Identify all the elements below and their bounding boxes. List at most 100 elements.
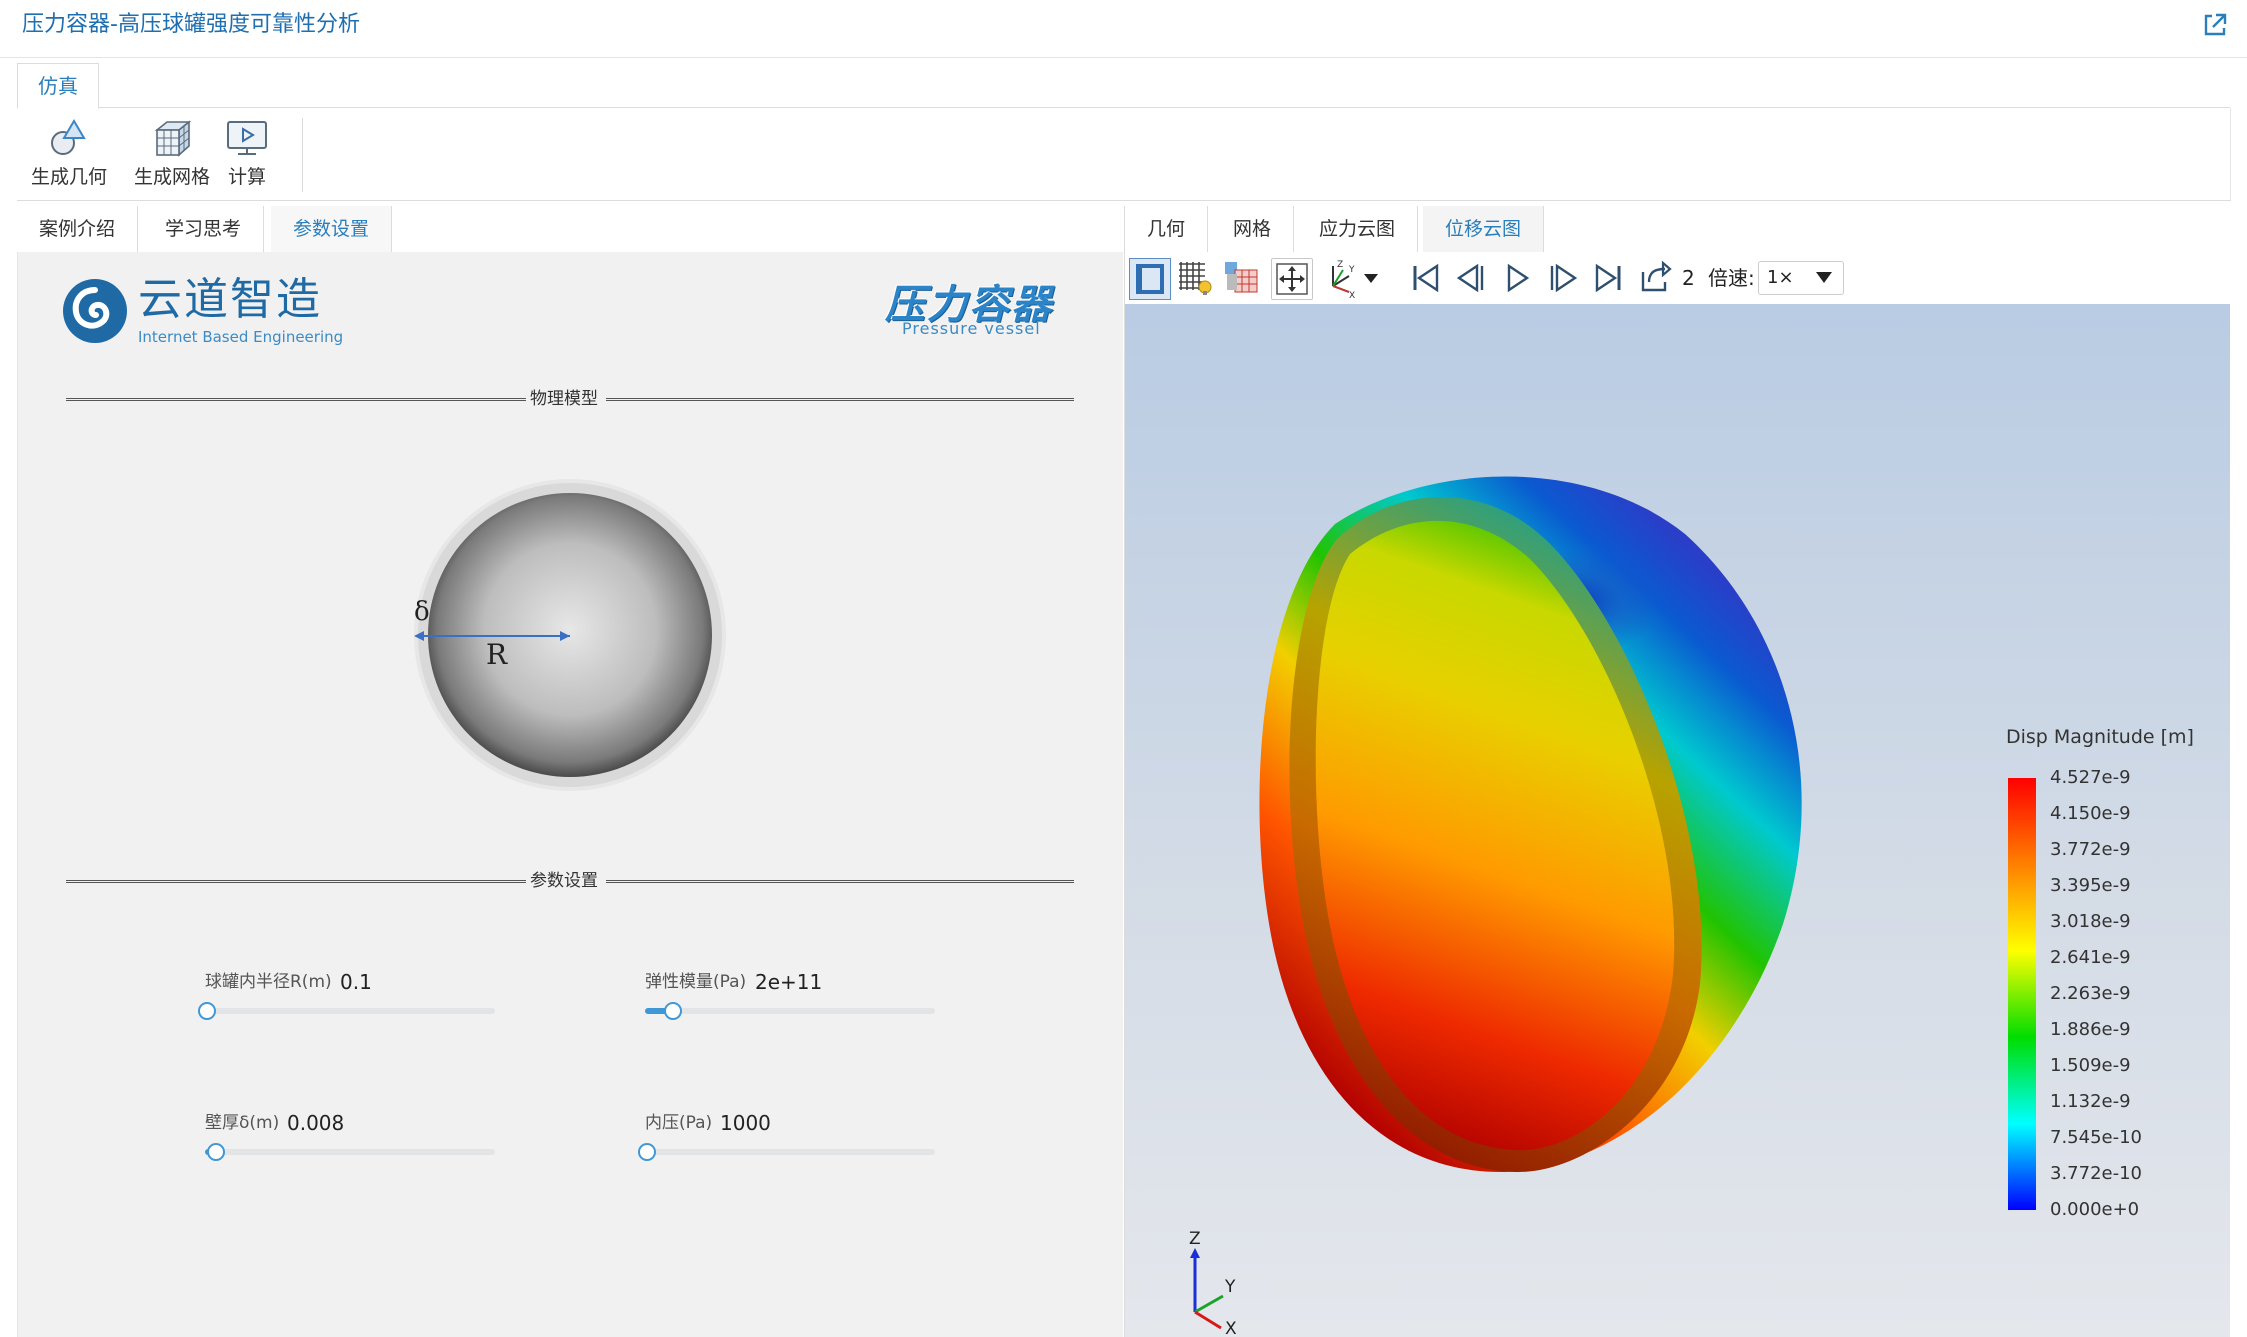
triad-x-label: X (1225, 1319, 1237, 1334)
generate-geometry-label: 生成几何 (30, 166, 107, 188)
color-scale-bar (2008, 778, 2036, 1210)
param-inner-radius: 球罐内半径R(m) 0.1 (198, 970, 505, 1030)
company-logo-text: 云道智造 (138, 274, 322, 325)
previous-frame-button[interactable] (1451, 258, 1491, 298)
play-button[interactable] (1497, 258, 1537, 298)
ribbon-tab-simulation[interactable]: 仿真 (17, 63, 99, 109)
sphere-diagram: δ R (414, 479, 726, 791)
axes-orientation-icon: Z Y X (1332, 260, 1355, 298)
tab-mesh[interactable]: 网格 (1211, 206, 1295, 252)
axes-orientation-button[interactable]: Z Y X (1319, 258, 1359, 298)
compute-button[interactable]: 计算 (207, 114, 287, 198)
surface-mesh-icon (1225, 262, 1258, 293)
elastic-modulus-slider[interactable] (645, 1002, 935, 1020)
legend-title: Disp Magnitude [m] (2006, 726, 2194, 748)
triad-z-label: Z (1189, 1229, 1201, 1249)
company-logo-subtitle: Internet Based Engineering (138, 328, 344, 346)
current-frame-number: 2 (1682, 266, 1695, 290)
playback-speed-value: 1× (1767, 267, 1794, 288)
skip-last-icon (1595, 263, 1621, 293)
skip-first-icon (1413, 263, 1439, 293)
chevron-down-icon (1816, 272, 1832, 283)
param-wall-thickness-label: 壁厚δ(m) (205, 1113, 280, 1133)
fit-view-icon (1276, 263, 1308, 295)
svg-text:Z: Z (1337, 260, 1343, 270)
legend-tick-label: 3.395e-9 (2050, 875, 2131, 896)
elastic-modulus-slider-thumb[interactable] (664, 1002, 683, 1020)
svg-text:Y: Y (1348, 265, 1355, 275)
company-logo-icon (63, 279, 127, 343)
generate-geometry-button[interactable]: 生成几何 (19, 114, 119, 198)
section-title-physical-model: 物理模型 (528, 384, 600, 414)
wall-thickness-slider-thumb[interactable] (206, 1143, 225, 1161)
param-internal-pressure-label: 内压(Pa) (645, 1113, 713, 1133)
legend-tick-label: 2.641e-9 (2050, 947, 2131, 968)
param-elastic-modulus-label: 弹性模量(Pa) (645, 972, 747, 992)
export-button[interactable] (1635, 258, 1675, 298)
compute-icon (227, 121, 267, 155)
section-header-parameters: 参数设置 (66, 866, 1074, 896)
surface-mesh-view-button[interactable] (1221, 258, 1261, 298)
geometry-icon (51, 119, 86, 155)
playback-speed-label: 倍速: (1708, 266, 1755, 290)
last-frame-button[interactable] (1589, 258, 1629, 298)
section-title-parameters: 参数设置 (528, 866, 600, 896)
next-frame-button[interactable] (1543, 258, 1583, 298)
first-frame-button[interactable] (1405, 258, 1445, 298)
playback-speed-select[interactable]: 1× (1758, 261, 1844, 295)
chevron-down-icon (1364, 274, 1378, 283)
mesh-lines-icon (1179, 262, 1212, 295)
app-title: 压力容器-高压球罐强度可靠性分析 (22, 12, 360, 37)
param-elastic-modulus: 弹性模量(Pa) 2e+11 (645, 970, 945, 1030)
tab-displacement-contour[interactable]: 位移云图 (1423, 206, 1545, 252)
right-tab-bar: 几何 网格 应力云图 位移云图 (1124, 206, 2230, 253)
legend-tick-label: 1.132e-9 (2050, 1091, 2131, 1112)
fit-view-button[interactable] (1271, 258, 1313, 300)
step-forward-icon (1550, 263, 1578, 293)
param-inner-radius-value: 0.1 (340, 970, 372, 994)
wall-thickness-symbol: δ (414, 597, 430, 627)
wall-thickness-slider[interactable] (205, 1143, 495, 1161)
legend-tick-label: 3.018e-9 (2050, 911, 2131, 932)
open-external-icon[interactable] (2200, 10, 2230, 40)
solid-view-button[interactable] (1129, 258, 1171, 300)
legend-tick-label: 4.527e-9 (2050, 767, 2131, 788)
legend-tick-label: 2.263e-9 (2050, 983, 2131, 1004)
legend-tick-label: 1.886e-9 (2050, 1019, 2131, 1040)
legend-tick-label: 7.545e-10 (2050, 1127, 2143, 1148)
compute-label: 计算 (227, 166, 266, 188)
param-wall-thickness-value: 0.008 (287, 1111, 345, 1135)
tab-stress-contour[interactable]: 应力云图 (1297, 206, 1419, 252)
radius-symbol: R (486, 638, 508, 671)
export-icon (1641, 260, 1672, 292)
ribbon-separator (302, 118, 303, 192)
param-internal-pressure: 内压(Pa) 1000 (638, 1111, 945, 1171)
legend-tick-label: 0.000e+0 (2050, 1199, 2140, 1220)
play-icon (1507, 263, 1530, 293)
internal-pressure-slider[interactable] (638, 1143, 935, 1161)
param-wall-thickness: 壁厚δ(m) 0.008 (205, 1111, 505, 1171)
svg-text:X: X (1349, 291, 1355, 298)
mesh-icon (154, 120, 192, 157)
tab-case-intro[interactable]: 案例介绍 (17, 206, 139, 252)
param-elastic-modulus-value: 2e+11 (755, 970, 823, 994)
step-back-icon (1456, 263, 1484, 293)
wireframe-view-button[interactable] (1175, 258, 1215, 298)
legend-tick-label: 1.509e-9 (2050, 1055, 2131, 1076)
legend-tick-label: 4.150e-9 (2050, 803, 2131, 824)
inner-radius-slider[interactable] (198, 1002, 495, 1020)
param-inner-radius-label: 球罐内半径R(m) (205, 972, 332, 992)
axes-orientation-dropdown[interactable] (1361, 258, 1381, 298)
tab-parameter-settings[interactable]: 参数设置 (271, 206, 393, 252)
inner-radius-slider-thumb[interactable] (198, 1002, 216, 1020)
pressure-vessel-logo-subtitle: Pressure vessel (902, 319, 1041, 338)
tab-geometry[interactable]: 几何 (1125, 206, 1209, 252)
viewer-toolbar: Z Y X (1124, 252, 2230, 304)
tab-learning-thinking[interactable]: 学习思考 (143, 206, 265, 252)
ribbon-toolbar: 生成几何 生成网格 计算 (17, 108, 2231, 201)
legend-tick-label: 3.772e-10 (2050, 1163, 2143, 1184)
solid-view-icon (1136, 264, 1164, 294)
ribbon-tabs: 仿真 (17, 61, 2230, 109)
triad-y-label: Y (1224, 1277, 1236, 1297)
internal-pressure-slider-thumb[interactable] (638, 1143, 656, 1161)
